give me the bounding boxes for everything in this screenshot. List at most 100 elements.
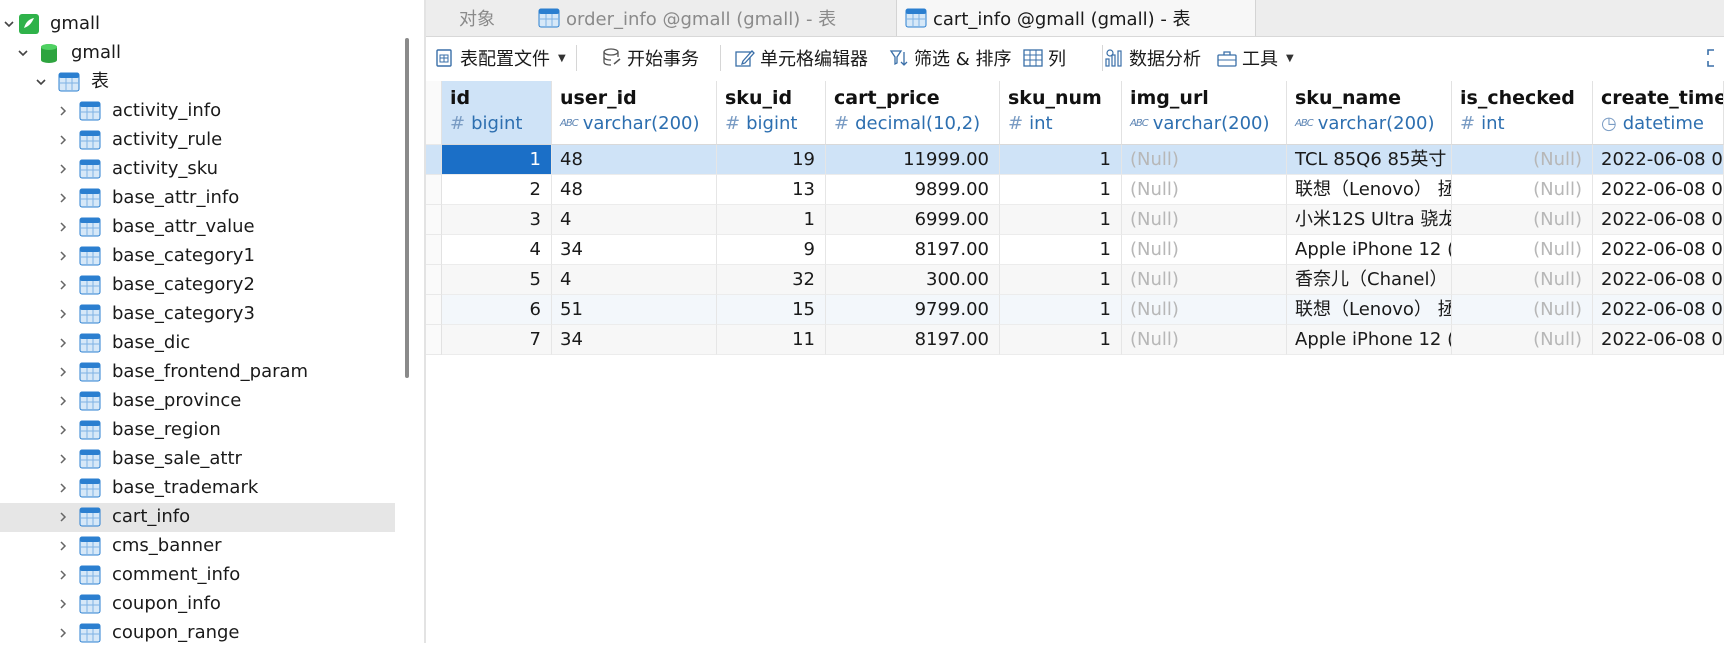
- cell-user-id[interactable]: 34: [552, 325, 717, 355]
- cell-sku-name[interactable]: 小米12S Ultra 骁龙: [1287, 205, 1452, 235]
- tree-table-item[interactable]: base_province: [0, 387, 395, 416]
- cell-cart-price[interactable]: 300.00: [826, 265, 1000, 295]
- table-row[interactable]: 5 4 32 300.00 1 (Null) 香奈儿（Chanel） (Null) 2022-0…: [426, 265, 1724, 295]
- cell-id[interactable]: 5: [442, 265, 552, 295]
- table-row[interactable]: 6 51 15 9799.00 1 (Null) 联想（Lenovo） 拯 (Null) 202…: [426, 295, 1724, 325]
- cell-cart-price[interactable]: 6999.00: [826, 205, 1000, 235]
- cell-cart-price[interactable]: 8197.00: [826, 325, 1000, 355]
- tree-table-item[interactable]: base_frontend_param: [0, 358, 395, 387]
- chevron-right-icon[interactable]: [54, 218, 72, 236]
- cell-id[interactable]: 6: [442, 295, 552, 325]
- tree-table-item[interactable]: coupon_info: [0, 590, 395, 619]
- begin-transaction-button[interactable]: 开始事务: [601, 46, 699, 70]
- tab-objects[interactable]: 对象: [426, 0, 528, 36]
- cell-user-id[interactable]: 51: [552, 295, 717, 325]
- chevron-right-icon[interactable]: [54, 247, 72, 265]
- cell-editor-button[interactable]: 单元格编辑器: [734, 46, 868, 70]
- chevron-right-icon[interactable]: [54, 189, 72, 207]
- cell-is-checked[interactable]: (Null): [1452, 175, 1593, 205]
- column-header-img-url[interactable]: img_url ABC varchar(200): [1122, 81, 1287, 145]
- chevron-right-icon[interactable]: [54, 363, 72, 381]
- cell-user-id[interactable]: 48: [552, 175, 717, 205]
- tree-table-item[interactable]: comment_info: [0, 561, 395, 590]
- grid-corner[interactable]: [426, 81, 442, 145]
- cell-img-url[interactable]: (Null): [1122, 145, 1287, 175]
- cell-is-checked[interactable]: (Null): [1452, 205, 1593, 235]
- chevron-down-icon[interactable]: [0, 15, 18, 33]
- tree-table-item[interactable]: activity_rule: [0, 126, 395, 155]
- chevron-right-icon[interactable]: [54, 479, 72, 497]
- cell-sku-num[interactable]: 1: [1000, 265, 1122, 295]
- cell-id[interactable]: 2: [442, 175, 552, 205]
- column-header-sku-num[interactable]: sku_num # int: [1000, 81, 1122, 145]
- tree-tables-group[interactable]: 表: [0, 68, 395, 97]
- cell-sku-id[interactable]: 32: [717, 265, 826, 295]
- chevron-right-icon[interactable]: [54, 450, 72, 468]
- chevron-right-icon[interactable]: [54, 537, 72, 555]
- tree-table-item[interactable]: base_category2: [0, 271, 395, 300]
- cell-is-checked[interactable]: (Null): [1452, 265, 1593, 295]
- cell-id[interactable]: 3: [442, 205, 552, 235]
- data-analysis-button[interactable]: 数据分析: [1103, 46, 1201, 70]
- cell-id[interactable]: 1: [442, 145, 552, 175]
- cell-user-id[interactable]: 4: [552, 205, 717, 235]
- cell-img-url[interactable]: (Null): [1122, 295, 1287, 325]
- cell-user-id[interactable]: 48: [552, 145, 717, 175]
- cell-id[interactable]: 7: [442, 325, 552, 355]
- cell-sku-name[interactable]: 联想（Lenovo） 拯: [1287, 175, 1452, 205]
- chevron-right-icon[interactable]: [54, 421, 72, 439]
- tree-table-item[interactable]: base_sale_attr: [0, 445, 395, 474]
- cell-img-url[interactable]: (Null): [1122, 265, 1287, 295]
- chevron-right-icon[interactable]: [54, 392, 72, 410]
- cell-cart-price[interactable]: 8197.00: [826, 235, 1000, 265]
- tree-table-item[interactable]: cart_info: [0, 503, 395, 532]
- cell-img-url[interactable]: (Null): [1122, 325, 1287, 355]
- tree-table-item[interactable]: base_attr_value: [0, 213, 395, 242]
- tree-scrollbar[interactable]: [405, 38, 409, 378]
- cell-sku-id[interactable]: 9: [717, 235, 826, 265]
- tree-table-item[interactable]: base_dic: [0, 329, 395, 358]
- chevron-right-icon[interactable]: [54, 102, 72, 120]
- table-row[interactable]: 4 34 9 8197.00 1 (Null) Apple iPhone 12 ((Null…: [426, 235, 1724, 265]
- table-config-button[interactable]: 表配置文件 ▼: [434, 46, 566, 70]
- column-header-sku-id[interactable]: sku_id # bigint: [717, 81, 826, 145]
- tree-table-item[interactable]: activity_info: [0, 97, 395, 126]
- cell-sku-num[interactable]: 1: [1000, 205, 1122, 235]
- table-row[interactable]: 2 48 13 9899.00 1 (Null) 联想（Lenovo） 拯 (Null) 202…: [426, 175, 1724, 205]
- cell-sku-num[interactable]: 1: [1000, 145, 1122, 175]
- column-header-sku-name[interactable]: sku_name ABC varchar(200): [1287, 81, 1452, 145]
- chevron-right-icon[interactable]: [54, 305, 72, 323]
- column-header-create-time[interactable]: create_time ◷ datetime: [1593, 81, 1724, 145]
- table-row[interactable]: 7 34 11 8197.00 1 (Null) Apple iPhone 12 ((Nul…: [426, 325, 1724, 355]
- chevron-down-icon[interactable]: [32, 73, 50, 91]
- column-header-id[interactable]: id # bigint: [442, 81, 552, 145]
- cell-img-url[interactable]: (Null): [1122, 235, 1287, 265]
- tree-table-item[interactable]: base_trademark: [0, 474, 395, 503]
- tree-table-item[interactable]: base_region: [0, 416, 395, 445]
- cell-create-time[interactable]: 2022-06-08 0: [1593, 235, 1724, 265]
- column-header-user-id[interactable]: user_id ABC varchar(200): [552, 81, 717, 145]
- tree-table-item[interactable]: coupon_range: [0, 619, 395, 648]
- chevron-right-icon[interactable]: [54, 566, 72, 584]
- tab-order-info[interactable]: order_info @gmall (gmall) - 表: [530, 0, 896, 36]
- cell-sku-id[interactable]: 15: [717, 295, 826, 325]
- tree-table-item[interactable]: base_category1: [0, 242, 395, 271]
- cell-sku-name[interactable]: Apple iPhone 12 (: [1287, 235, 1452, 265]
- cell-img-url[interactable]: (Null): [1122, 205, 1287, 235]
- chevron-right-icon[interactable]: [54, 160, 72, 178]
- cell-is-checked[interactable]: (Null): [1452, 295, 1593, 325]
- cell-sku-num[interactable]: 1: [1000, 295, 1122, 325]
- tree-table-item[interactable]: base_attr_info: [0, 184, 395, 213]
- cell-sku-name[interactable]: Apple iPhone 12 (: [1287, 325, 1452, 355]
- tree-table-item[interactable]: cms_banner: [0, 532, 395, 561]
- cell-sku-id[interactable]: 19: [717, 145, 826, 175]
- tree-table-item[interactable]: activity_sku: [0, 155, 395, 184]
- filter-sort-button[interactable]: 筛选 & 排序: [888, 46, 1011, 70]
- tools-button[interactable]: 工具 ▼: [1216, 46, 1294, 70]
- chevron-right-icon[interactable]: [54, 334, 72, 352]
- tab-cart-info[interactable]: cart_info @gmall (gmall) - 表: [896, 0, 1256, 36]
- cell-is-checked[interactable]: (Null): [1452, 235, 1593, 265]
- chevron-down-icon[interactable]: [14, 44, 32, 62]
- table-row[interactable]: 3 4 1 6999.00 1 (Null) 小米12S Ultra 骁龙 (Null) 202…: [426, 205, 1724, 235]
- cell-create-time[interactable]: 2022-06-08 0: [1593, 205, 1724, 235]
